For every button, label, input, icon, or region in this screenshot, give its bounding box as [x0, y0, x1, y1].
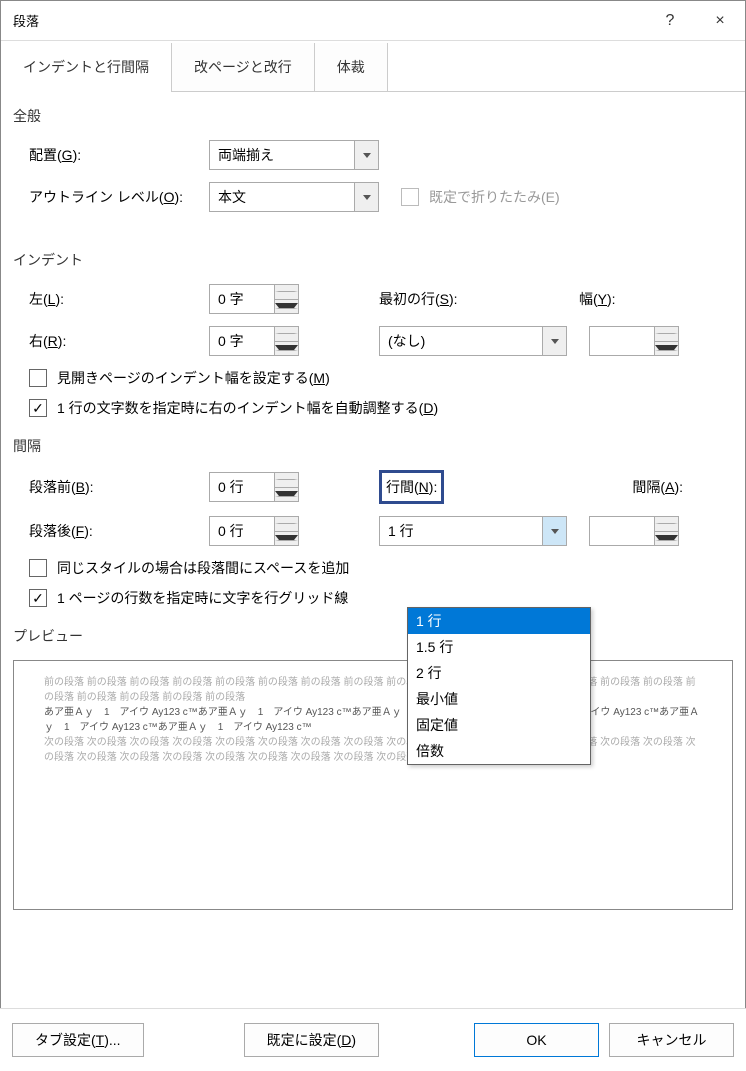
group-spacing-title: 間隔	[13, 436, 733, 456]
tabs-button[interactable]: タブ設定(T)...	[12, 1023, 144, 1057]
tab-format[interactable]: 体裁	[315, 43, 388, 91]
tab-indent-spacing[interactable]: インデントと行間隔	[1, 43, 172, 91]
group-indent-title: インデント	[13, 250, 733, 270]
line-spacing-select[interactable]: 1 行	[379, 516, 567, 546]
preview-box: 前の段落 前の段落 前の段落 前の段落 前の段落 前の段落 前の段落 前の段落 …	[13, 660, 733, 910]
firstline-label: 最初の行(S):	[379, 289, 579, 309]
footer: タブ設定(T)... 既定に設定(D) OK キャンセル	[0, 1008, 746, 1071]
width-spinner[interactable]	[589, 326, 679, 356]
alignment-label: 配置(G):	[29, 145, 209, 165]
snap-label: 1 ページの行数を指定時に文字を行グリッド線	[57, 588, 348, 608]
collapse-label: 既定で折りたたみ(E)	[429, 187, 560, 207]
chevron-down-icon	[354, 183, 378, 211]
group-preview-title: プレビュー	[13, 626, 733, 646]
auto-indent-label: 1 行の文字数を指定時に右のインデント幅を自動調整する(D)	[57, 398, 438, 418]
dropdown-option[interactable]: 1.5 行	[408, 634, 590, 660]
spinner-up-icon[interactable]	[275, 517, 298, 532]
dropdown-option[interactable]: 最小値	[408, 686, 590, 712]
group-preview: プレビュー 前の段落 前の段落 前の段落 前の段落 前の段落 前の段落 前の段落…	[13, 626, 733, 910]
before-label: 段落前(B):	[29, 477, 209, 497]
before-spinner[interactable]	[209, 472, 299, 502]
dropdown-option[interactable]: 2 行	[408, 660, 590, 686]
alignment-select[interactable]: 両端揃え	[209, 140, 379, 170]
line-spacing-label: 行間(N):	[379, 470, 444, 504]
ok-button[interactable]: OK	[474, 1023, 599, 1057]
firstline-select[interactable]: (なし)	[379, 326, 567, 356]
spinner-down-icon[interactable]	[655, 532, 678, 546]
close-button[interactable]: ×	[695, 1, 745, 41]
dropdown-option[interactable]: 倍数	[408, 738, 590, 764]
spinner-up-icon[interactable]	[275, 327, 298, 342]
after-label: 段落後(F):	[29, 521, 209, 541]
line-spacing-dropdown[interactable]: 1 行 1.5 行 2 行 最小値 固定値 倍数	[407, 607, 591, 765]
width-label: 幅(Y):	[579, 289, 616, 309]
indent-right-spinner[interactable]	[209, 326, 299, 356]
chevron-down-icon	[542, 327, 566, 355]
auto-indent-checkbox[interactable]: ✓	[29, 399, 47, 417]
spinner-down-icon[interactable]	[275, 300, 298, 314]
chevron-down-icon	[354, 141, 378, 169]
collapse-checkbox	[401, 188, 419, 206]
dropdown-option[interactable]: 1 行	[408, 608, 590, 634]
group-indent: インデント 左(L): 最初の行(S): 幅(Y): 右(R): (なし)	[13, 250, 733, 418]
indent-left-label: 左(L):	[29, 289, 209, 309]
nospace-checkbox[interactable]	[29, 559, 47, 577]
spinner-up-icon[interactable]	[275, 285, 298, 300]
dialog-title: 段落	[13, 11, 39, 30]
spinner-up-icon[interactable]	[655, 517, 678, 532]
group-spacing: 間隔 段落前(B): 行間(N): 間隔(A): 段落後(F): 1 行	[13, 436, 733, 608]
spinner-up-icon[interactable]	[655, 327, 678, 342]
help-button[interactable]: ?	[645, 1, 695, 41]
chevron-down-icon	[542, 517, 566, 545]
preview-sample: あア亜Ａｙ 1 アイウ Ay123 c™あア亜Ａｙ 1 アイウ Ay123 c™…	[44, 705, 702, 735]
outline-label: アウトライン レベル(O):	[29, 187, 209, 207]
spinner-down-icon[interactable]	[275, 342, 298, 356]
spinner-down-icon[interactable]	[275, 532, 298, 546]
indent-left-spinner[interactable]	[209, 284, 299, 314]
titlebar: 段落 ? ×	[1, 1, 745, 41]
default-button[interactable]: 既定に設定(D)	[244, 1023, 379, 1057]
tab-page-break[interactable]: 改ページと改行	[172, 43, 315, 91]
spinner-down-icon[interactable]	[655, 342, 678, 356]
snap-checkbox[interactable]: ✓	[29, 589, 47, 607]
dropdown-option[interactable]: 固定値	[408, 712, 590, 738]
mirror-checkbox[interactable]	[29, 369, 47, 387]
preview-prev: 前の段落 前の段落 前の段落 前の段落 前の段落 前の段落 前の段落 前の段落 …	[44, 675, 702, 705]
spinner-up-icon[interactable]	[275, 473, 298, 488]
outline-select[interactable]: 本文	[209, 182, 379, 212]
nospace-label: 同じスタイルの場合は段落間にスペースを追加	[57, 558, 349, 578]
spinner-down-icon[interactable]	[275, 488, 298, 502]
preview-next: 次の段落 次の段落 次の段落 次の段落 次の段落 次の段落 次の段落 次の段落 …	[44, 735, 702, 765]
mirror-label: 見開きページのインデント幅を設定する(M)	[57, 368, 330, 388]
at-spinner[interactable]	[589, 516, 679, 546]
at-label: 間隔(A):	[632, 477, 683, 497]
group-general: 全般 配置(G): 両端揃え アウトライン レベル(O): 本文 既定で折りたた…	[13, 106, 733, 212]
cancel-button[interactable]: キャンセル	[609, 1023, 734, 1057]
tabs: インデントと行間隔 改ページと改行 体裁	[1, 43, 745, 92]
group-general-title: 全般	[13, 106, 733, 126]
after-spinner[interactable]	[209, 516, 299, 546]
indent-right-label: 右(R):	[29, 331, 209, 351]
